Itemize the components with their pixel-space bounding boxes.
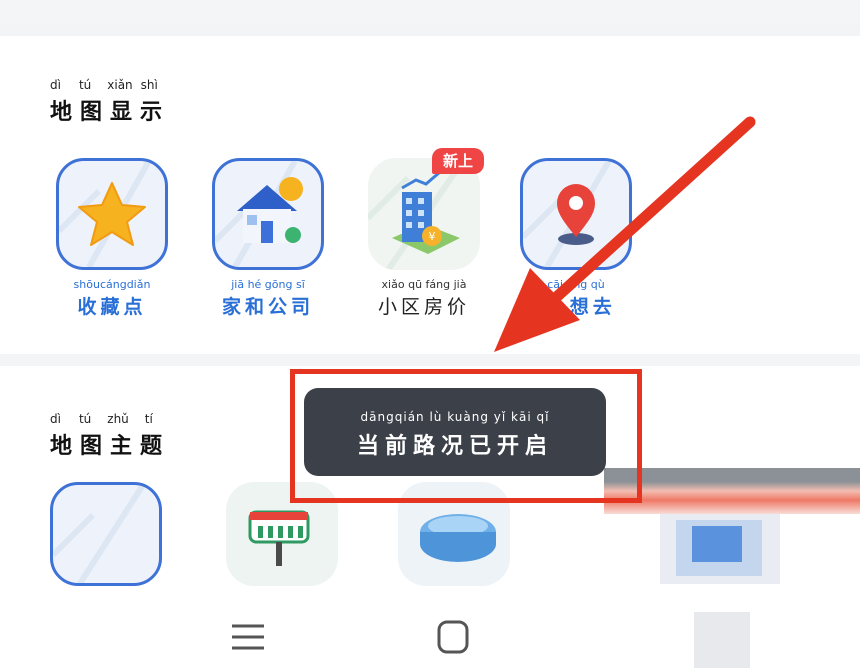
title-char: 题 xyxy=(140,433,165,459)
title-char: 地 xyxy=(50,99,75,125)
home-company-text: 家和公司 xyxy=(221,296,314,318)
title-pinyin: tí xyxy=(144,412,153,426)
annotation-box xyxy=(290,369,642,503)
map-theme-title: dì tú zhǔ tí 地 图 主 题 xyxy=(50,412,164,460)
favorites-pinyin: shōucángdiǎn xyxy=(73,278,151,291)
title-pinyin: xiǎn xyxy=(107,78,133,92)
title-char: 图 xyxy=(80,433,105,459)
community-price-text: 小区房价 xyxy=(377,296,470,318)
title-pinyin: dì xyxy=(50,78,61,92)
community-price-tile[interactable]: ¥ xyxy=(368,158,480,270)
home-button[interactable] xyxy=(434,618,474,658)
map-display-title: dì tú xiǎn shì 地 图 显 示 xyxy=(50,78,164,126)
svg-text:¥: ¥ xyxy=(429,230,436,243)
title-pinyin: tú xyxy=(78,412,92,426)
title-char: 地 xyxy=(50,433,75,459)
title-char: 主 xyxy=(110,433,135,459)
title-pinyin: shì xyxy=(140,78,158,92)
community-price-label: xiǎo qū fáng jià 小区房价 xyxy=(349,278,499,319)
theme-default-tile[interactable] xyxy=(50,482,162,586)
top-strip xyxy=(0,0,860,24)
annotation-arrow-icon xyxy=(494,116,756,352)
home-company-label: jiā hé gōng sī 家和公司 xyxy=(193,278,343,319)
building-price-icon: ¥ xyxy=(368,166,461,270)
home-company-pinyin: jiā hé gōng sī xyxy=(231,278,305,291)
blurred-region xyxy=(604,468,860,514)
menu-icon xyxy=(232,624,264,650)
favorites-label: shōucángdiǎn 收藏点 xyxy=(37,278,187,319)
favorites-tile[interactable] xyxy=(56,158,168,270)
title-char: 示 xyxy=(140,99,165,125)
favorites-text: 收藏点 xyxy=(77,296,147,318)
house-icon xyxy=(215,161,303,267)
blurred-tile-core xyxy=(692,526,742,562)
star-icon xyxy=(59,161,152,267)
title-pinyin: dì xyxy=(50,412,61,426)
title-pinyin: zhǔ xyxy=(107,412,129,426)
new-badge: 新上 xyxy=(432,148,484,174)
map-thumbnail-icon xyxy=(53,485,146,583)
title-char: 图 xyxy=(80,99,105,125)
menu-button[interactable] xyxy=(228,618,268,658)
community-price-pinyin: xiǎo qū fáng jià xyxy=(381,278,467,291)
back-button-blurred[interactable] xyxy=(694,612,750,668)
title-char: 显 xyxy=(110,99,135,125)
title-pinyin: tú xyxy=(78,78,92,92)
home-company-tile[interactable] xyxy=(212,158,324,270)
home-square-icon xyxy=(437,620,469,654)
blurred-tile xyxy=(660,514,780,584)
